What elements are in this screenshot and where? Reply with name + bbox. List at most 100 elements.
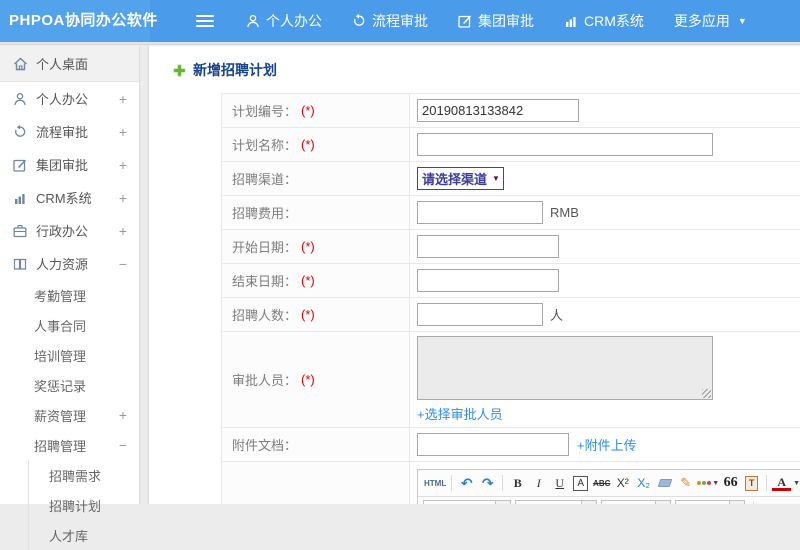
paragraph-format-dropdown[interactable]: 段落格式 xyxy=(515,500,597,504)
eraser-icon[interactable] xyxy=(655,474,674,493)
fee-input[interactable] xyxy=(417,201,543,224)
field-label: 附件文档： xyxy=(232,435,297,454)
sidebar-item-desktop[interactable]: 个人桌面 xyxy=(0,46,139,82)
sidebar-item-recruit-plan[interactable]: 招聘计划 xyxy=(29,490,139,520)
edit-icon xyxy=(13,158,28,172)
nav-personal-office[interactable]: 个人办公 xyxy=(246,11,322,31)
sidebar-item-recruit-demand[interactable]: 招聘需求 xyxy=(29,460,139,490)
rich-text-editor: HTML ↶ ↷ B I U A ABC X² X₂ ✎ xyxy=(417,469,800,504)
sidebar-item-training[interactable]: 培训管理 xyxy=(0,340,139,370)
caret-down-icon[interactable] xyxy=(793,480,800,487)
top-navbar: PHPOA协同办公软件 个人办公 流程审批 集团审批 CRM系统 更多应用 xyxy=(0,0,800,42)
required-mark: (*) xyxy=(301,307,315,322)
redo-icon[interactable]: ↷ xyxy=(478,474,497,493)
book-icon xyxy=(13,257,28,271)
editor-toolbar-row2: 自定义标题 段落格式 字体 字号 xyxy=(418,497,800,504)
plan-name-input[interactable] xyxy=(417,133,713,156)
subscript-button[interactable]: X₂ xyxy=(634,474,653,493)
html-source-button[interactable]: HTML xyxy=(424,474,446,493)
sidebar-item-hr[interactable]: 人力资源 − xyxy=(0,247,139,280)
font-family-dropdown[interactable]: 字体 xyxy=(601,500,671,504)
auto-typeset-icon[interactable] xyxy=(697,474,719,493)
end-date-input[interactable] xyxy=(417,269,559,292)
undo-icon[interactable]: ↶ xyxy=(457,474,476,493)
menu-toggle-icon[interactable] xyxy=(196,12,214,30)
nav-crm[interactable]: CRM系统 xyxy=(564,11,644,31)
required-mark: (*) xyxy=(301,273,315,288)
unit-suffix: 人 xyxy=(550,305,563,324)
sidebar-item-admin-office[interactable]: 行政办公 + xyxy=(0,214,139,247)
briefcase-icon xyxy=(13,224,28,238)
top-menu: 个人办公 流程审批 集团审批 CRM系统 更多应用 xyxy=(246,11,777,31)
form-row-editor: HTML ↶ ↷ B I U A ABC X² X₂ ✎ xyxy=(222,462,800,504)
recruit-plan-form: 计划编号： (*) 计划名称： (*) 招聘渠道： 请选择渠道 xyxy=(221,93,800,504)
nav-group-approval[interactable]: 集团审批 xyxy=(458,11,534,31)
nav-more-apps[interactable]: 更多应用 xyxy=(674,11,747,31)
required-mark: (*) xyxy=(301,103,315,118)
form-row-headcount: 招聘人数： (*) 人 xyxy=(222,298,800,332)
plan-no-input[interactable] xyxy=(417,99,579,122)
form-row-end-date: 结束日期： (*) xyxy=(222,264,800,298)
strikethrough-button[interactable]: ABC xyxy=(592,474,611,493)
editor-toolbar-row1: HTML ↶ ↷ B I U A ABC X² X₂ ✎ xyxy=(418,470,800,497)
form-row-attachment: 附件文档： +附件上传 xyxy=(222,428,800,462)
sidebar-recruitment-submenu: 招聘需求 招聘计划 人才库 xyxy=(28,460,139,550)
sidebar-item-recruitment[interactable]: 招聘管理 − xyxy=(0,430,139,460)
caret-down-icon xyxy=(492,174,500,183)
sidebar: 个人桌面 个人办公 + 流程审批 + 集团审批 + CRM系统 + 行政办公 +… xyxy=(0,46,140,504)
form-row-start-date: 开始日期： (*) xyxy=(222,230,800,264)
sidebar-item-group-approval[interactable]: 集团审批 + xyxy=(0,148,139,181)
start-date-input[interactable] xyxy=(417,235,559,258)
format-brush-icon[interactable]: ✎ xyxy=(676,474,695,493)
channel-select[interactable]: 请选择渠道 xyxy=(417,167,504,190)
superscript-button[interactable]: X² xyxy=(613,474,632,493)
sidebar-item-attendance[interactable]: 考勤管理 xyxy=(0,280,139,310)
field-label: 计划名称： xyxy=(232,135,297,154)
italic-button[interactable]: I xyxy=(529,474,548,493)
sidebar-item-personal-office[interactable]: 个人办公 + xyxy=(0,82,139,115)
form-row-plan-no: 计划编号： (*) xyxy=(222,94,800,128)
upload-attachment-link[interactable]: +附件上传 xyxy=(577,435,637,454)
plus-icon xyxy=(173,64,186,77)
edit-icon xyxy=(458,14,472,28)
autoformat-button[interactable]: A xyxy=(573,476,588,491)
paste-text-icon[interactable] xyxy=(742,474,761,493)
sidebar-item-talent-pool[interactable]: 人才库 xyxy=(29,520,139,550)
field-label: 计划编号： xyxy=(232,101,297,120)
home-icon xyxy=(13,57,28,71)
flow-arrow-icon xyxy=(13,125,28,139)
divider xyxy=(0,42,800,45)
main-content: 新增招聘计划 计划编号： (*) 计划名称： (*) 招聘渠道： xyxy=(148,46,800,504)
flow-arrow-icon xyxy=(352,14,366,28)
nav-workflow-approval[interactable]: 流程审批 xyxy=(352,11,428,31)
sidebar-item-hr-contract[interactable]: 人事合同 xyxy=(0,310,139,340)
select-approver-link[interactable]: +选择审批人员 xyxy=(417,404,503,423)
sidebar-item-salary[interactable]: 薪资管理 + xyxy=(0,400,139,430)
font-size-dropdown[interactable]: 字号 xyxy=(675,500,745,504)
required-mark: (*) xyxy=(301,137,315,152)
form-row-plan-name: 计划名称： (*) xyxy=(222,128,800,162)
required-mark: (*) xyxy=(301,372,315,387)
approver-textarea[interactable] xyxy=(417,336,713,400)
form-row-channel: 招聘渠道： 请选择渠道 xyxy=(222,162,800,196)
sidebar-item-workflow-approval[interactable]: 流程审批 + xyxy=(0,115,139,148)
field-label: 审批人员： xyxy=(232,370,297,389)
headcount-input[interactable] xyxy=(417,303,543,326)
form-row-approver: 审批人员： (*) +选择审批人员 xyxy=(222,332,800,428)
field-label: 结束日期： xyxy=(232,271,297,290)
blockquote-button[interactable]: 66 xyxy=(721,474,740,493)
font-color-button[interactable]: A xyxy=(772,475,791,491)
underline-button[interactable]: U xyxy=(550,474,569,493)
field-label: 招聘渠道： xyxy=(232,169,297,188)
person-icon xyxy=(13,92,28,106)
align-center-icon[interactable] xyxy=(780,501,799,505)
person-icon xyxy=(246,14,260,28)
sidebar-item-rewards[interactable]: 奖惩记录 xyxy=(0,370,139,400)
custom-title-dropdown[interactable]: 自定义标题 xyxy=(423,500,511,504)
sidebar-item-crm[interactable]: CRM系统 + xyxy=(0,181,139,214)
field-label: 招聘费用： xyxy=(232,203,297,222)
page-title: 新增招聘计划 xyxy=(173,60,800,80)
bold-button[interactable]: B xyxy=(508,474,527,493)
attachment-input[interactable] xyxy=(417,433,569,456)
align-left-icon[interactable] xyxy=(759,501,778,505)
